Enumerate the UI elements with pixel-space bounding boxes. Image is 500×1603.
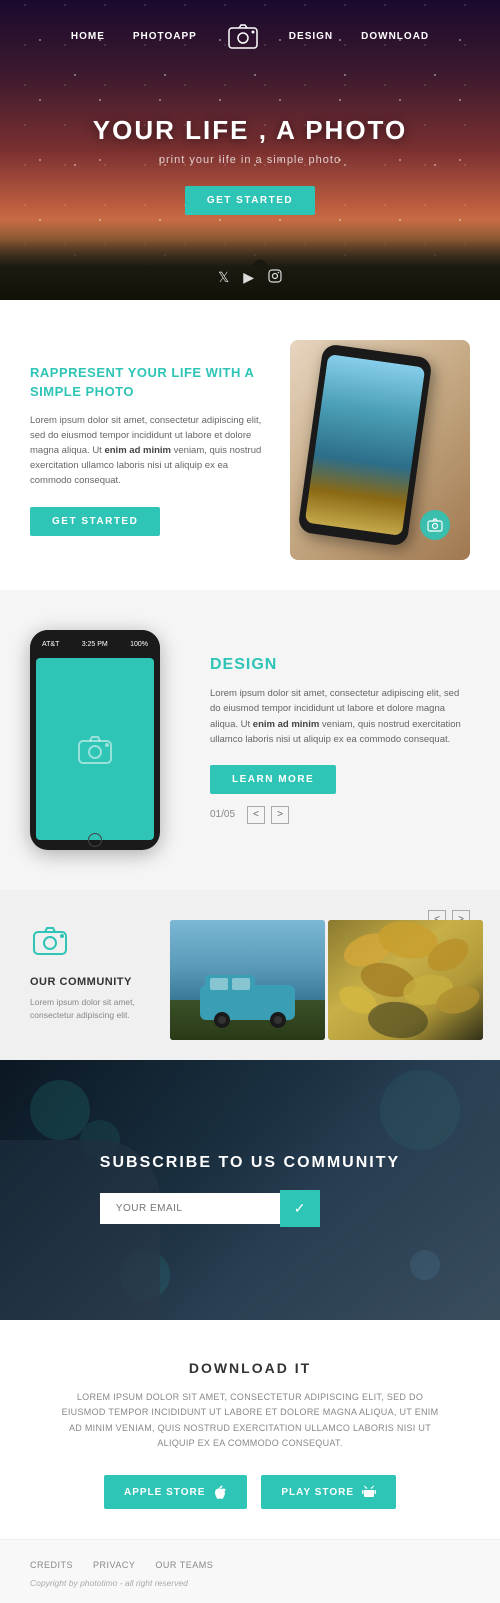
community-photo-leaves: [328, 920, 483, 1040]
community-photos: [170, 920, 483, 1040]
apple-icon: [213, 1485, 227, 1499]
footer-link-privacy[interactable]: PRIVACY: [93, 1560, 135, 1570]
subscribe-content: SUBSCRIBE TO US COMMUNITY ✓: [100, 1154, 400, 1227]
community-inner: < > OUR COMMUNITY Lorem ipsum dolor sit …: [0, 920, 500, 1060]
footer-link-teams[interactable]: OUR TEAMS: [155, 1560, 213, 1570]
footer: CREDITS PRIVACY OUR TEAMS Copyright by p…: [0, 1539, 500, 1603]
android-icon: [362, 1485, 376, 1499]
community-section: < > OUR COMMUNITY Lorem ipsum dolor sit …: [0, 890, 500, 1060]
camera-screen-icon: [75, 729, 115, 769]
design-text-col: DESIGN Lorem ipsum dolor sit amet, conse…: [210, 656, 470, 824]
youtube-icon[interactable]: ▶: [243, 269, 254, 286]
design-body-bold: enim ad minim: [253, 719, 320, 730]
design-body: Lorem ipsum dolor sit amet, consectetur …: [210, 686, 470, 747]
leaves-svg: [328, 920, 483, 1040]
footer-link-credits[interactable]: CREDITS: [30, 1560, 73, 1570]
community-body: Lorem ipsum dolor sit amet, consectetur …: [30, 996, 150, 1022]
nav-download[interactable]: DOWNLOAD: [361, 31, 429, 42]
subscribe-email-input[interactable]: [100, 1193, 280, 1224]
play-store-button[interactable]: PLAY STORE: [261, 1475, 396, 1509]
design-title: DESIGN: [210, 656, 470, 674]
hero-content: YOUR LIFE , A PHOTO print your life in a…: [93, 115, 407, 215]
hero-subtitle: print your life in a simple photo: [93, 154, 407, 166]
subscribe-title: SUBSCRIBE TO US COMMUNITY: [100, 1154, 400, 1172]
phone-status-bar: AT&T 3:25 PM 100%: [30, 630, 160, 658]
subscribe-section: SUBSCRIBE TO US COMMUNITY ✓: [0, 1060, 500, 1320]
phone-battery: 100%: [130, 641, 148, 648]
van-svg: [170, 920, 325, 1040]
footer-links: CREDITS PRIVACY OUR TEAMS: [30, 1560, 470, 1570]
phone-teal-screen: [36, 658, 154, 840]
community-title: OUR COMMUNITY: [30, 976, 150, 988]
design-learn-more-button[interactable]: LEARN MORE: [210, 765, 336, 794]
design-navigation: 01/05 < >: [210, 806, 470, 824]
community-text-col: OUR COMMUNITY Lorem ipsum dolor sit amet…: [30, 920, 150, 1022]
subscribe-form: ✓: [100, 1190, 400, 1227]
represent-body: Lorem ipsum dolor sit amet, consectetur …: [30, 413, 270, 489]
phone-time: 3:25 PM: [82, 641, 108, 648]
design-next-button[interactable]: >: [271, 806, 289, 824]
download-section: DOWNLOAD IT Lorem ipsum dolor sit amet, …: [0, 1320, 500, 1539]
design-section: AT&T 3:25 PM 100% DESIGN Lorem ipsum dol…: [0, 590, 500, 890]
represent-image-col: [290, 340, 470, 560]
download-body: Lorem ipsum dolor sit amet, consectetur …: [60, 1390, 440, 1451]
camera-overlay-icon: [420, 510, 450, 540]
play-store-label: PLAY STORE: [281, 1487, 354, 1498]
apple-store-label: APPLE STORE: [124, 1487, 205, 1498]
phone-screen: [305, 354, 426, 536]
design-phone-col: AT&T 3:25 PM 100%: [30, 630, 190, 850]
navigation: HOME PHOTOAPP DESIGN DOWNLOAD: [0, 0, 500, 72]
hero-silhouette-decoration: [0, 220, 500, 300]
phone-home-button[interactable]: [88, 833, 102, 847]
represent-cta-button[interactable]: GET STARTED: [30, 507, 160, 536]
nav-photoapp[interactable]: PHOTOAPP: [133, 31, 197, 42]
design-page-indicator: 01/05: [210, 809, 235, 820]
hero-social-icons: 𝕏 ▶: [218, 269, 282, 286]
nav-design[interactable]: DESIGN: [289, 31, 333, 42]
community-camera-icon: [30, 920, 150, 968]
nav-home[interactable]: HOME: [71, 31, 105, 42]
design-arrows: < >: [247, 806, 289, 824]
download-buttons: APPLE STORE PLAY STORE: [30, 1475, 470, 1509]
phone-hand-mockup: [290, 340, 470, 560]
design-prev-button[interactable]: <: [247, 806, 265, 824]
represent-body-bold: enim ad minim: [104, 445, 171, 456]
hero-cta-button[interactable]: GET STARTED: [185, 186, 315, 215]
represent-title: RAPPRESENT YOUR LIFE WITH A SIMPLE PHOTO: [30, 364, 270, 400]
subscribe-submit-button[interactable]: ✓: [280, 1190, 320, 1227]
phone-screen-image: [305, 354, 426, 536]
community-top: OUR COMMUNITY Lorem ipsum dolor sit amet…: [0, 920, 500, 1060]
hero-title: YOUR LIFE , A PHOTO: [93, 115, 407, 146]
community-photo-van: [170, 920, 325, 1040]
logo-icon[interactable]: [225, 18, 261, 54]
instagram-icon[interactable]: [268, 269, 282, 286]
represent-section: RAPPRESENT YOUR LIFE WITH A SIMPLE PHOTO…: [0, 300, 500, 590]
represent-text-col: RAPPRESENT YOUR LIFE WITH A SIMPLE PHOTO…: [30, 364, 270, 535]
twitter-icon[interactable]: 𝕏: [218, 269, 229, 286]
design-phone-mockup: AT&T 3:25 PM 100%: [30, 630, 160, 850]
download-title: DOWNLOAD IT: [30, 1360, 470, 1376]
phone-carrier: AT&T: [42, 641, 59, 648]
apple-store-button[interactable]: APPLE STORE: [104, 1475, 247, 1509]
footer-copyright: Copyright by phototimo - all right reser…: [30, 1578, 470, 1588]
